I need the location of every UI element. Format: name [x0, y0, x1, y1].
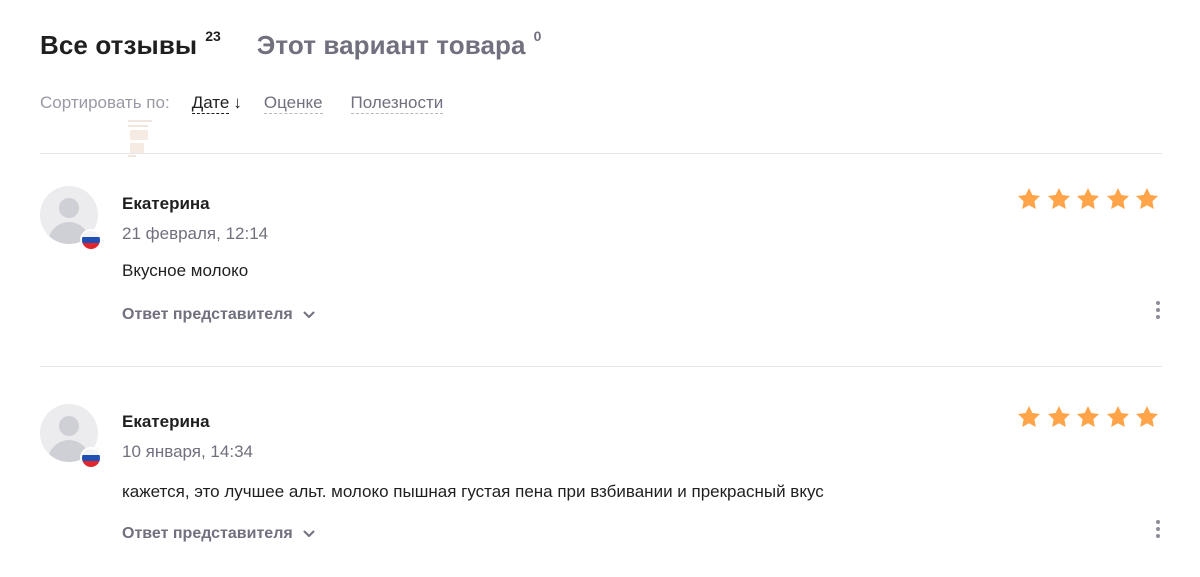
review-text: Вкусное молоко — [122, 261, 249, 280]
rating-stars — [1013, 186, 1161, 212]
arrow-down-icon: ↓ — [233, 93, 242, 112]
chevron-down-icon — [303, 530, 315, 537]
russia-flag-icon — [80, 447, 102, 469]
rating-stars — [1013, 404, 1161, 430]
star-icon — [1075, 186, 1101, 212]
tab-this-variant[interactable]: Этот вариант товара 0 — [257, 28, 542, 62]
review-date: 21 февраля, 12:14 — [122, 224, 269, 243]
avatar-head-shape — [59, 198, 79, 218]
tab-this-variant-count: 0 — [533, 28, 542, 44]
tab-this-variant-label: Этот вариант товара — [256, 30, 526, 60]
star-icon — [1134, 404, 1160, 430]
tab-all-reviews[interactable]: Все отзывы 23 — [40, 28, 221, 62]
tab-all-reviews-label: Все отзывы — [40, 30, 198, 60]
representative-reply-label: Ответ представителя — [122, 525, 293, 542]
russia-flag-icon — [80, 229, 102, 251]
representative-reply-label: Ответ представителя — [122, 306, 293, 323]
faint-watermark-icon — [128, 120, 152, 157]
divider — [40, 366, 1162, 367]
star-icon — [1016, 186, 1042, 212]
chevron-down-icon — [303, 311, 315, 318]
more-options-icon[interactable] — [1154, 520, 1162, 542]
representative-reply-toggle[interactable]: Ответ представителя — [122, 525, 315, 543]
review-author[interactable]: Екатерина — [122, 412, 210, 432]
reviews-tabs: Все отзывы 23 Этот вариант товара 0 — [40, 28, 577, 62]
star-icon — [1046, 186, 1072, 212]
divider — [40, 153, 1162, 154]
review-item: Екатерина 21 февраля, 12:14 Вкусное моло… — [40, 186, 1162, 366]
star-icon — [1075, 404, 1101, 430]
sort-by-date-label: Дате — [191, 93, 230, 114]
review-item: Екатерина 10 января, 14:34 кажется, это … — [40, 404, 1162, 577]
more-options-icon[interactable] — [1154, 301, 1162, 323]
sort-by-date-option[interactable]: Дате ↓ — [191, 92, 242, 114]
tab-all-reviews-count: 23 — [205, 28, 221, 44]
avatar-head-shape — [59, 416, 79, 436]
star-icon — [1134, 186, 1160, 212]
sort-by-usefulness-option[interactable]: Полезности — [350, 92, 444, 114]
review-author[interactable]: Екатерина — [122, 194, 210, 214]
star-icon — [1105, 186, 1131, 212]
representative-reply-toggle[interactable]: Ответ представителя — [122, 306, 315, 324]
star-icon — [1046, 404, 1072, 430]
star-icon — [1105, 404, 1131, 430]
sort-by-rating-option[interactable]: Оценке — [263, 92, 323, 114]
review-date: 10 января, 14:34 — [122, 442, 253, 461]
review-text: кажется, это лучшее альт. молоко пышная … — [122, 482, 824, 501]
star-icon — [1016, 404, 1042, 430]
sort-bar: Сортировать по: Дате ↓ Оценке Полезности — [40, 92, 471, 114]
sort-prefix-label: Сортировать по: — [40, 93, 170, 112]
